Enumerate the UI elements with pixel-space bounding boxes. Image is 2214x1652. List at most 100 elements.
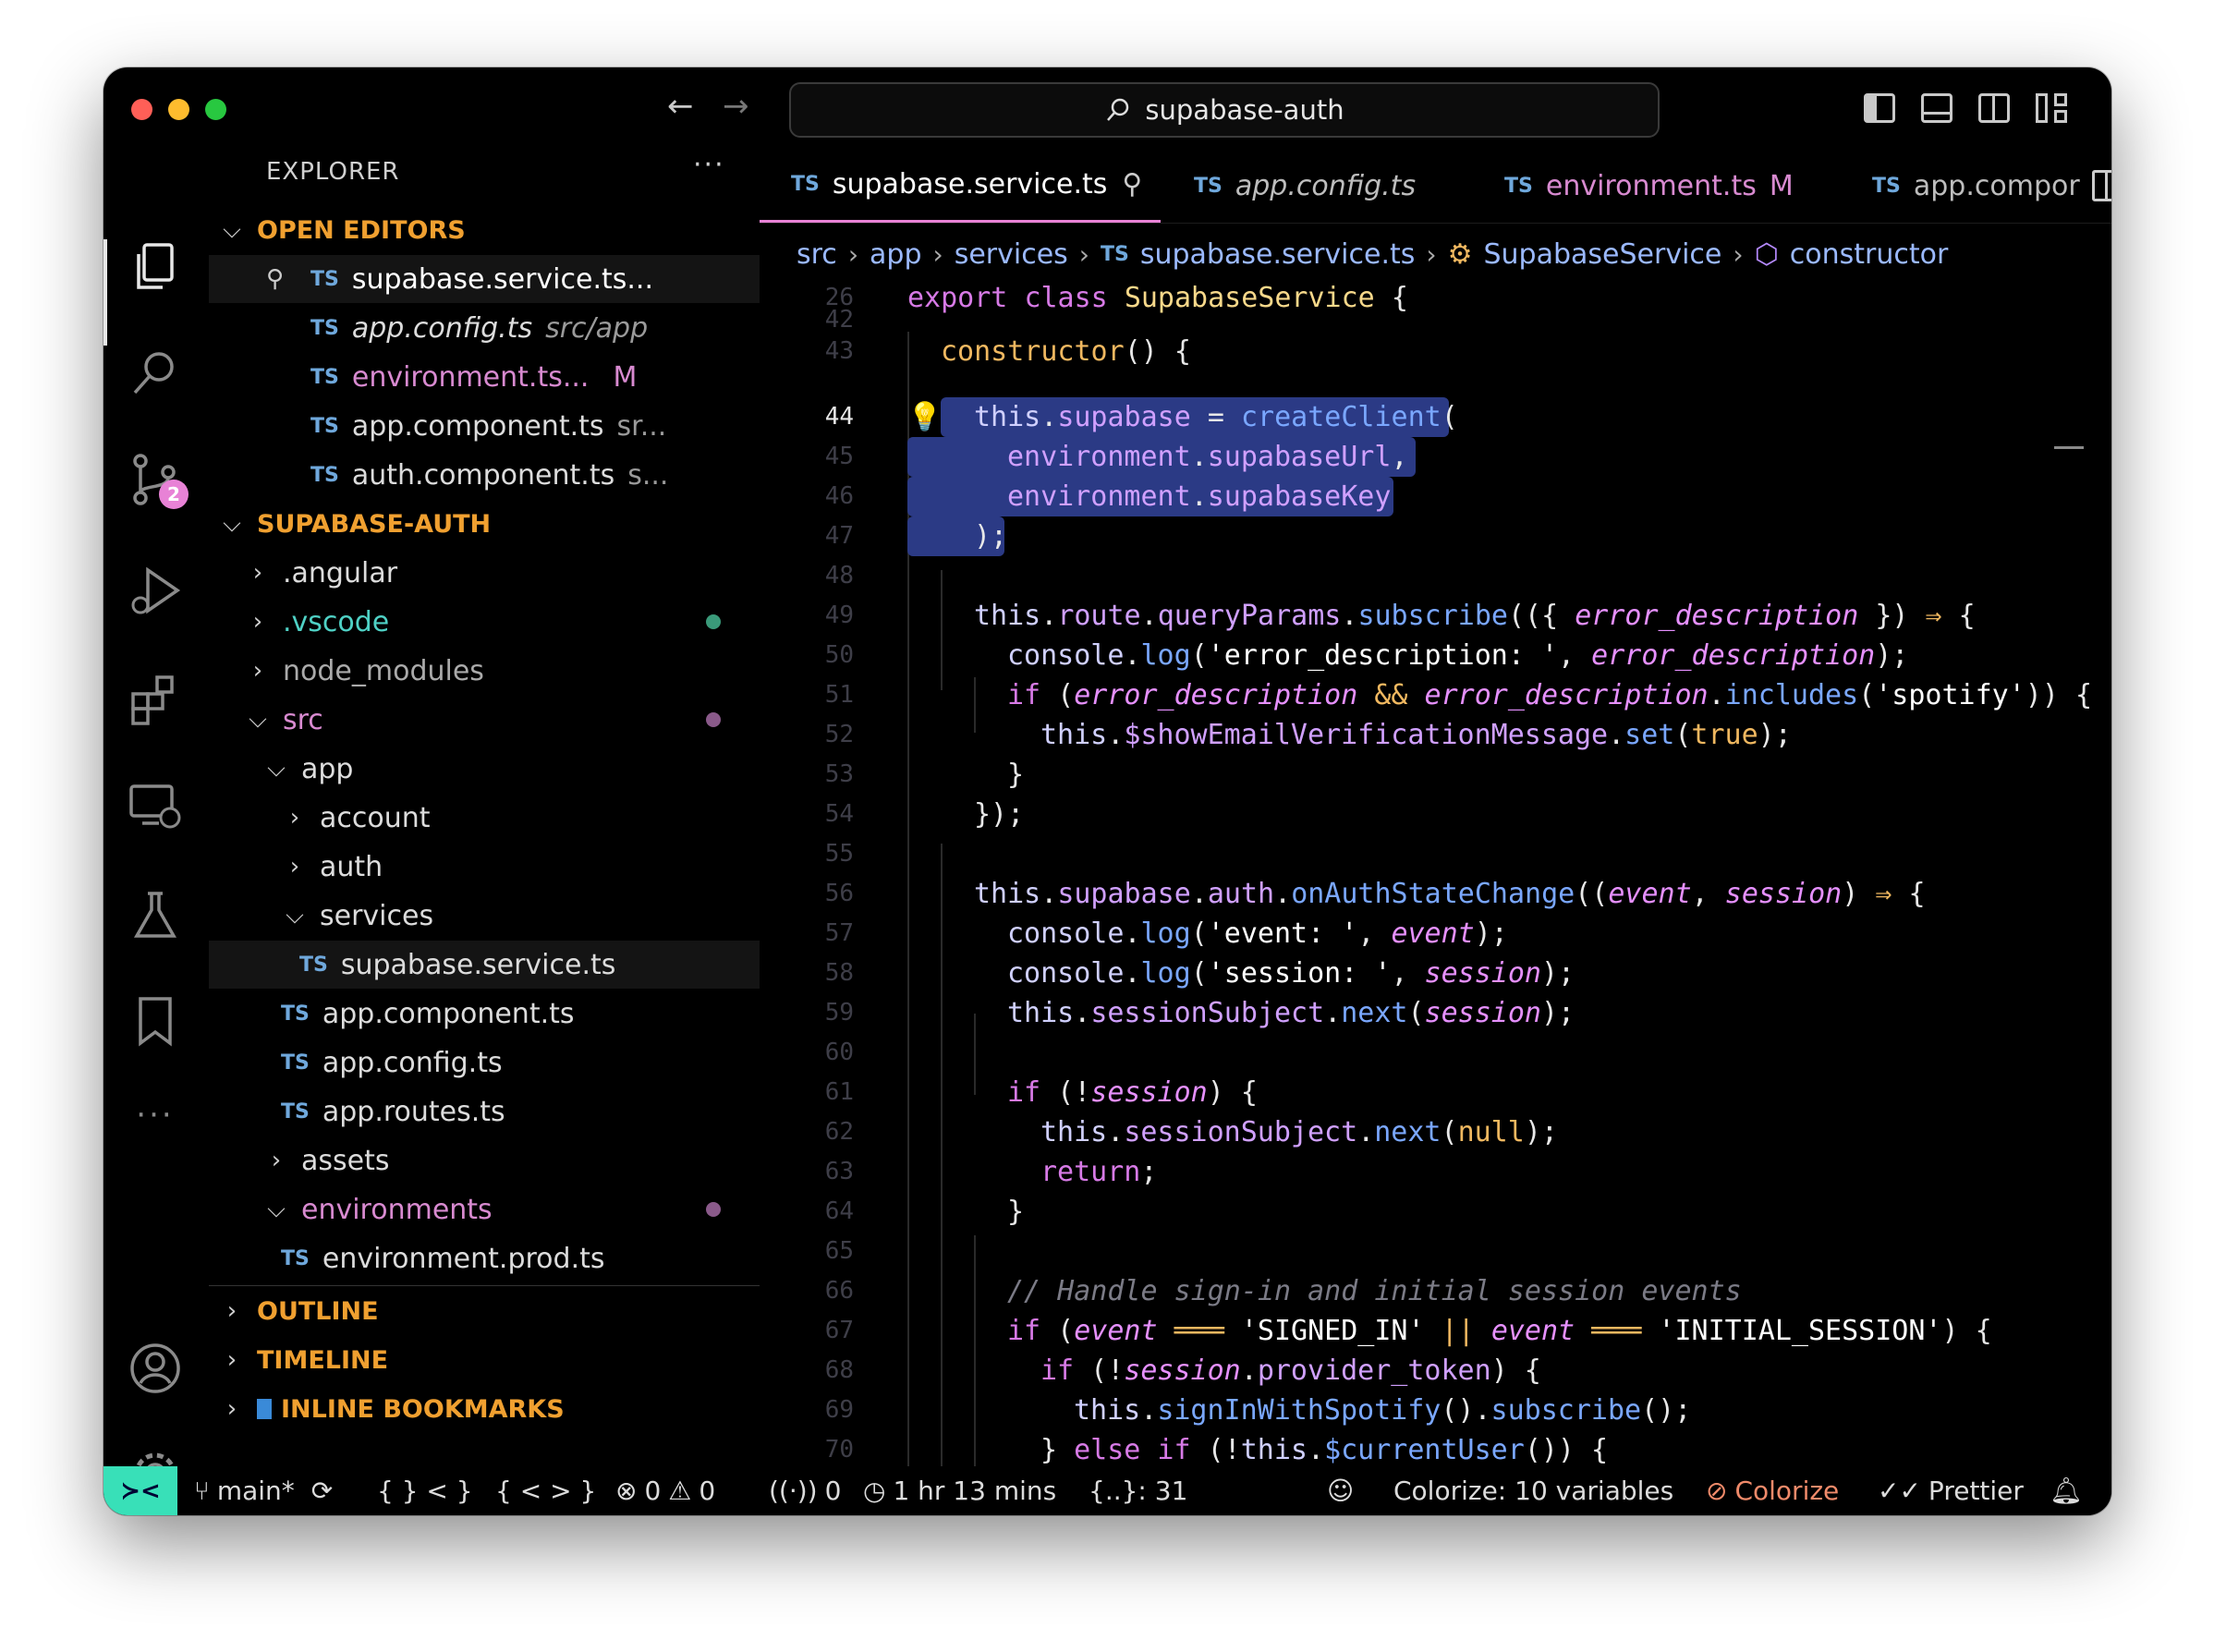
open-editors-header[interactable]: ⌵ OPEN EDITORS (209, 206, 760, 254)
remote-explorer-icon[interactable] (128, 779, 183, 834)
toggle-panel-icon[interactable] (1921, 93, 1952, 123)
tree-folder[interactable]: › assets (209, 1136, 760, 1184)
forward-arrow-icon[interactable]: → (723, 88, 749, 125)
bookmarks-icon[interactable] (128, 993, 183, 1049)
tree-file[interactable]: TS environment.prod.ts (209, 1234, 760, 1282)
ts-file-icon: TS (791, 173, 820, 196)
branch-status[interactable]: ⑂ main* ⟳ (194, 1466, 333, 1515)
testing-flask-icon[interactable] (128, 888, 183, 943)
broadcast-icon: ((·)) (769, 1476, 818, 1506)
scrollbar-marker[interactable] (2054, 446, 2084, 449)
chevron-right-icon: › (932, 238, 943, 270)
explorer-title: EXPLORER (266, 158, 400, 186)
explorer-files-icon[interactable] (128, 239, 183, 295)
tab-supabase-service[interactable]: TS supabase.service.ts ⚲ (760, 149, 1161, 223)
sync-icon[interactable]: ⟳ (311, 1476, 333, 1506)
tree-folder[interactable]: ⌵ src (209, 696, 760, 744)
colorize-vars-status[interactable]: Colorize: 10 variables (1393, 1466, 1673, 1515)
remote-indicator-icon[interactable]: ≻< (103, 1466, 177, 1515)
code-line: 55 (760, 834, 2111, 874)
chevron-right-icon: › (252, 608, 263, 636)
tree-file[interactable]: TS app.component.ts (209, 990, 760, 1038)
chevron-down-icon: ⌵ (267, 754, 286, 783)
line-number: 42 (824, 306, 854, 334)
time-tracker-status[interactable]: ◷ 1 hr 13 mins (863, 1466, 1056, 1515)
class-symbol-icon: ⚙ (1447, 237, 1473, 271)
tree-folder[interactable]: ⌵ services (209, 892, 760, 940)
tree-file[interactable]: TS app.config.ts (209, 1039, 760, 1087)
lightbulb-icon[interactable]: 💡 (907, 397, 942, 437)
title-bar: ← → supabase-auth (103, 67, 2111, 149)
back-arrow-icon[interactable]: ← (667, 88, 694, 125)
breadcrumb-method[interactable]: constructor (1790, 238, 1949, 271)
timeline-header[interactable]: › TIMELINE (209, 1336, 760, 1384)
pin-icon[interactable]: ⚲ (1122, 168, 1142, 200)
tree-folder[interactable]: › auth (209, 843, 760, 891)
bookmarks-header[interactable]: › INLINE BOOKMARKS (209, 1385, 760, 1433)
tree-folder[interactable]: ⌵ app (209, 745, 760, 793)
colorize-status[interactable]: ⊘ Colorize (1706, 1466, 1839, 1515)
code-line: 52 this.$showEmailVerificationMessage.set… (760, 715, 2111, 755)
prettier-status[interactable]: ✓✓ Prettier (1878, 1466, 2024, 1515)
tab-label: environment.ts (1545, 169, 1757, 202)
code-editor[interactable]: 26 export class SupabaseService { 42 43 co… (760, 278, 2111, 1475)
search-text: supabase-auth (1145, 94, 1344, 126)
breadcrumb-app[interactable]: app (870, 238, 921, 271)
search-icon[interactable] (128, 345, 183, 400)
pin-icon[interactable]: ⚲ (266, 265, 294, 293)
open-editor-item[interactable]: ⚲ TS supabase.service.ts... (209, 255, 760, 303)
line-number: 43 (824, 337, 854, 365)
tab-label: app.config.ts (1235, 169, 1417, 202)
customize-layout-icon[interactable] (2036, 93, 2067, 123)
symbols-status[interactable]: {..}: 31 (1089, 1466, 1187, 1515)
section-label: OUTLINE (257, 1296, 379, 1326)
tree-folder[interactable]: › node_modules (209, 647, 760, 695)
tree-file[interactable]: TS app.routes.ts (209, 1087, 760, 1136)
chevron-down-icon: ⌵ (267, 1195, 286, 1223)
breadcrumb-src[interactable]: src (797, 238, 837, 271)
toggle-primary-sidebar-icon[interactable] (1864, 93, 1895, 123)
problems-status[interactable]: ⊗ 0 ⚠ 0 (615, 1466, 715, 1515)
close-window-button[interactable] (131, 99, 152, 120)
line-number: 50 (824, 641, 854, 669)
code-line: 54}); (760, 795, 2111, 834)
tree-file-selected[interactable]: TS supabase.service.ts (209, 941, 760, 989)
command-center-search[interactable]: supabase-auth (789, 82, 1660, 138)
notifications-bell-icon[interactable]: 🔔︎ (2050, 1466, 2083, 1515)
more-views-icon[interactable]: ··· (128, 1097, 183, 1152)
explorer-sidebar: EXPLORER ··· ⌵ OPEN EDITORS ⚲ TS supabas… (209, 149, 760, 1476)
brackets-status-1[interactable]: { } < } (377, 1466, 473, 1515)
minimize-window-button[interactable] (168, 99, 189, 120)
run-debug-icon[interactable] (128, 563, 183, 618)
extensions-icon[interactable] (128, 672, 183, 727)
brackets-status-2[interactable]: { < > } (495, 1466, 596, 1515)
ports-status[interactable]: ((·)) 0 (769, 1466, 841, 1515)
tab-environment[interactable]: TS environment.ts M (1504, 149, 1794, 223)
open-editor-item[interactable]: TS auth.component.ts s... (209, 451, 760, 499)
file-path: s... (627, 458, 669, 492)
split-editor-icon[interactable] (2092, 149, 2111, 223)
account-icon[interactable] (128, 1341, 183, 1396)
breadcrumb-services[interactable]: services (955, 238, 1068, 271)
tree-folder[interactable]: ⌵ environments (209, 1185, 760, 1233)
maximize-window-button[interactable] (205, 99, 226, 120)
breadcrumb-file[interactable]: supabase.service.ts (1140, 238, 1416, 271)
status-dot (706, 712, 721, 727)
tree-folder[interactable]: › .vscode (209, 598, 760, 646)
outline-header[interactable]: › OUTLINE (209, 1287, 760, 1335)
open-editor-item[interactable]: TS app.config.ts src/app (209, 304, 760, 352)
open-editor-item[interactable]: TS app.component.ts sr... (209, 402, 760, 450)
explorer-more-icon[interactable]: ··· (693, 149, 725, 181)
code-line: 61 if (!session) { (760, 1073, 2111, 1112)
line-number: 52 (824, 721, 854, 748)
project-header[interactable]: ⌵ SUPABASE-AUTH (209, 500, 760, 548)
tab-app-component[interactable]: TS app.compor (1872, 149, 2080, 223)
open-editor-item[interactable]: TS environment.ts... M (209, 353, 760, 401)
tab-app-config[interactable]: TS app.config.ts (1194, 149, 1416, 223)
breadcrumb-class[interactable]: SupabaseService (1483, 238, 1721, 271)
toggle-secondary-sidebar-icon[interactable] (1978, 93, 2010, 123)
tree-folder[interactable]: › account (209, 794, 760, 842)
tree-folder[interactable]: › .angular (209, 549, 760, 597)
copilot-icon[interactable]: ☺ (1327, 1466, 1354, 1515)
code-line: 64} (760, 1192, 2111, 1232)
